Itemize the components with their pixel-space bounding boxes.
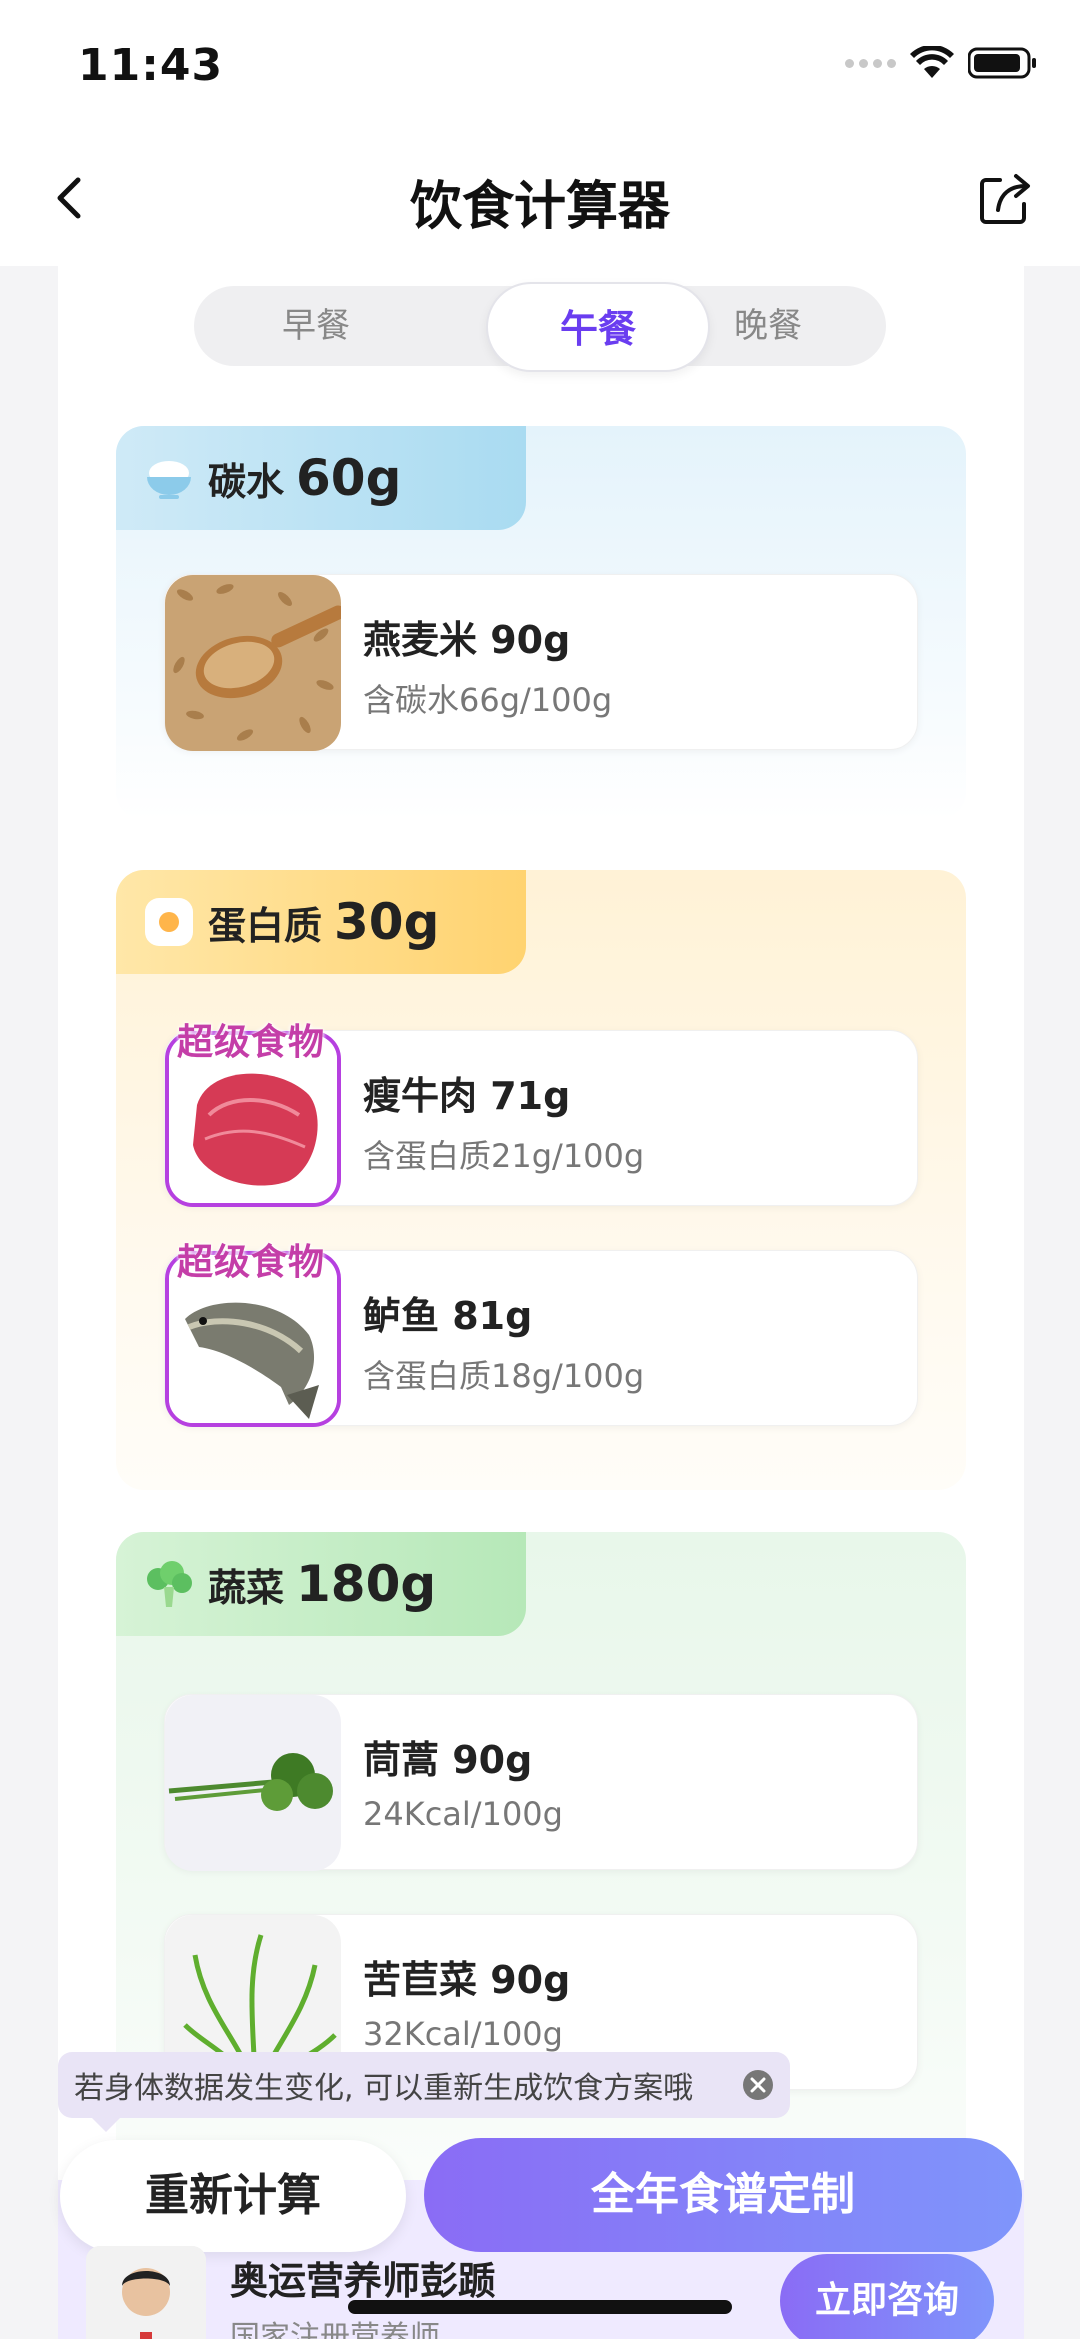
food-name: 燕麦米 90g [363,618,571,662]
status-time: 11:43 [78,40,224,91]
vegetable-label: 蔬菜 [208,1565,285,1610]
page-title: 饮食计算器 [409,177,670,237]
avatar [86,2246,206,2339]
protein-label: 蛋白质 [208,903,323,948]
carb-amount: 60g [296,449,402,507]
nav-bar: 饮食计算器 [0,130,1080,266]
vegetable-header: 蔬菜 180g [116,1532,526,1636]
carb-section: 碳水 60g 燕麦米 90g 含碳水66g/100g [116,426,966,820]
food-card[interactable]: 燕麦米 90g 含碳水66g/100g [164,574,918,751]
tip-tail [92,2118,120,2132]
battery-icon [968,47,1036,79]
close-icon[interactable] [742,2069,774,2101]
home-indicator [348,2300,732,2314]
food-desc: 32Kcal/100g [363,2015,563,2053]
food-card[interactable]: 茼蒿 90g 24Kcal/100g [164,1694,918,1871]
tip-text: 若身体数据发生变化, 可以重新生成饮食方案哦 [74,2071,694,2106]
food-name: 瘦牛肉 71g [363,1074,571,1118]
food-card[interactable]: 超级食物 鲈鱼 81g 含蛋白质18g/100g [164,1242,918,1427]
protein-section: 蛋白质 30g 超级食物 瘦牛肉 71g 含蛋白质21g/100g 超级食物 鲈… [116,870,966,1490]
expert-name: 奥运营养师彭踬 [230,2259,497,2303]
food-name: 鲈鱼 81g [363,1294,533,1338]
broccoli-icon [147,1561,192,1607]
food-name: 茼蒿 90g [363,1738,533,1782]
super-food-badge: 超级食物 [177,1022,326,1063]
protein-amount: 30g [334,893,440,951]
cellular-signal-icon [845,58,896,68]
share-icon[interactable] [976,170,1034,228]
status-bar: 11:43 [0,0,1080,130]
tab-breakfast[interactable]: 早餐 [204,286,428,366]
food-desc: 含蛋白质18g/100g [363,1357,645,1395]
food-name: 苦苣菜 90g [363,1958,571,2002]
meal-tabs: 早餐 晚餐 午餐 [194,282,886,372]
status-icons [845,46,1038,80]
expert-title: 国家注册营养师 [230,2320,440,2339]
tip-bubble: 若身体数据发生变化, 可以重新生成饮食方案哦 [58,2052,790,2132]
consult-button[interactable]: 立即咨询 [780,2254,994,2339]
recalculate-button[interactable]: 重新计算 [60,2140,406,2252]
super-food-badge: 超级食物 [177,1242,326,1283]
carb-header: 碳水 60g [116,426,526,530]
food-card[interactable]: 超级食物 瘦牛肉 71g 含蛋白质21g/100g [164,1022,918,1207]
food-desc: 含碳水66g/100g [363,681,613,719]
vegetable-amount: 180g [296,1555,437,1613]
egg-icon [145,898,193,946]
content-panel: 早餐 晚餐 午餐 碳水 60g 燕麦米 90g 含碳水66g/100g 蛋白质 … [58,266,1024,2339]
food-desc: 含蛋白质21g/100g [363,1137,645,1175]
crown-daisy-image [165,1695,341,1871]
carb-label: 碳水 [208,459,285,504]
food-desc: 24Kcal/100g [363,1795,563,1833]
rice-bowl-icon [147,461,191,499]
tab-lunch[interactable]: 午餐 [486,282,710,372]
wifi-icon [910,46,954,78]
oat-rice-image [165,575,341,751]
annual-recipe-button[interactable]: 全年食谱定制 [424,2138,1022,2252]
protein-header: 蛋白质 30g [116,870,526,974]
